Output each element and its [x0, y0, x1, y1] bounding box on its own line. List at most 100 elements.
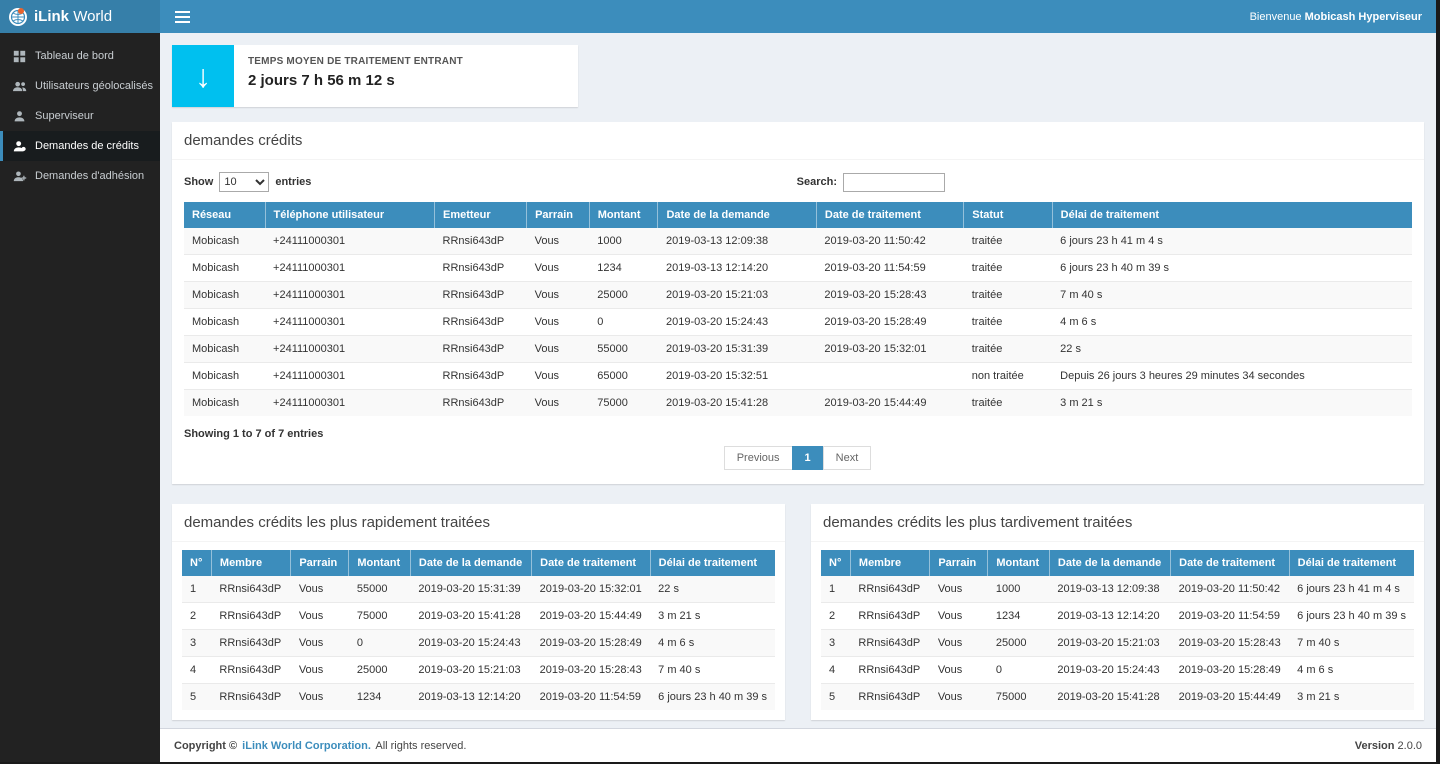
table-cell: Mobicash — [184, 363, 265, 390]
table-cell: 1 — [182, 576, 211, 603]
brand-logo-icon — [8, 7, 28, 27]
table-cell: 55000 — [589, 336, 658, 363]
column-header[interactable]: Date de la demande — [1049, 550, 1170, 576]
app-root: iLink World Tableau de bord Utilisateurs… — [0, 0, 1436, 762]
table-cell: Vous — [527, 255, 590, 282]
sidebar-item-tableau-de-bord[interactable]: Tableau de bord — [0, 41, 160, 71]
table-cell: traitée — [964, 228, 1052, 255]
table-cell: 2019-03-20 15:28:49 — [816, 309, 963, 336]
column-header[interactable]: N° — [182, 550, 211, 576]
sidebar-item-utilisateurs-geolocalises[interactable]: Utilisateurs géolocalisés — [0, 71, 160, 101]
table-cell: RRnsi643dP — [850, 576, 929, 603]
show-label: Show — [184, 176, 213, 188]
column-header[interactable]: N° — [821, 550, 850, 576]
sidebar-item-demandes-de-credits[interactable]: Demandes de crédits — [0, 131, 160, 161]
table-cell: 4 m 6 s — [1052, 309, 1412, 336]
table-head: RéseauTéléphone utilisateurEmetteurParra… — [184, 202, 1412, 228]
pagination-next-button[interactable]: Next — [823, 446, 872, 470]
table-cell: 2019-03-13 12:14:20 — [410, 684, 531, 711]
bottom-panels-row: demandes crédits les plus rapidement tra… — [172, 504, 1424, 720]
table-cell: 75000 — [988, 684, 1050, 711]
table-row: Mobicash+24111000301RRnsi643dPVous650002… — [184, 363, 1412, 390]
column-header[interactable]: Délai de traitement — [1052, 202, 1412, 228]
table-cell: 75000 — [349, 603, 411, 630]
table-cell: 2019-03-20 15:21:03 — [1049, 630, 1170, 657]
column-header[interactable]: Parrain — [930, 550, 988, 576]
table-body: Mobicash+24111000301RRnsi643dPVous100020… — [184, 228, 1412, 416]
column-header[interactable]: Délai de traitement — [650, 550, 775, 576]
column-header[interactable]: Date de traitement — [532, 550, 651, 576]
column-header[interactable]: Date de traitement — [1171, 550, 1290, 576]
table-cell: 3 — [182, 630, 211, 657]
table-row: 4RRnsi643dPVous250002019-03-20 15:21:032… — [182, 657, 775, 684]
table-cell: Vous — [291, 684, 349, 711]
table-cell: RRnsi643dP — [211, 630, 290, 657]
table-cell: RRnsi643dP — [850, 657, 929, 684]
table-cell: +24111000301 — [265, 363, 434, 390]
table-cell: 6 jours 23 h 41 m 4 s — [1289, 576, 1414, 603]
table-cell: 25000 — [988, 630, 1050, 657]
table-cell: Vous — [527, 282, 590, 309]
sidebar-item-superviseur[interactable]: Superviseur — [0, 101, 160, 131]
brand[interactable]: iLink World — [0, 0, 160, 33]
table-cell: 2019-03-20 15:28:49 — [532, 630, 651, 657]
table-cell: 2019-03-20 15:44:49 — [816, 390, 963, 417]
sidebar-toggle-icon[interactable] — [160, 0, 205, 33]
search-label: Search: — [797, 176, 837, 188]
table-cell: 2019-03-20 15:28:43 — [532, 657, 651, 684]
widget-value: 2 jours 7 h 56 m 12 s — [248, 72, 463, 89]
content-area: ↓ TEMPS MOYEN DE TRAITEMENT ENTRANT 2 jo… — [160, 33, 1436, 728]
table-cell: 2019-03-20 11:50:42 — [1171, 576, 1290, 603]
table-cell: 6 jours 23 h 40 m 39 s — [1052, 255, 1412, 282]
column-header[interactable]: Membre — [211, 550, 290, 576]
column-header[interactable]: Membre — [850, 550, 929, 576]
column-header[interactable]: Réseau — [184, 202, 265, 228]
table-cell: 4 m 6 s — [1289, 657, 1414, 684]
latest-processed-table: N°MembreParrainMontantDate de la demande… — [821, 550, 1414, 710]
table-cell: 0 — [349, 630, 411, 657]
brand-title: iLink World — [34, 8, 112, 25]
table-cell: 7 m 40 s — [1052, 282, 1412, 309]
sidebar-menu: Tableau de bord Utilisateurs géolocalisé… — [0, 33, 160, 191]
column-header[interactable]: Parrain — [291, 550, 349, 576]
table-head: N°MembreParrainMontantDate de la demande… — [182, 550, 775, 576]
table-cell: 6 jours 23 h 41 m 4 s — [1052, 228, 1412, 255]
page-length-select[interactable]: 10 — [219, 172, 269, 192]
column-header[interactable]: Date de la demande — [410, 550, 531, 576]
table-cell: Vous — [527, 228, 590, 255]
table-cell: 1 — [821, 576, 850, 603]
pagination-previous-button[interactable]: Previous — [724, 446, 793, 470]
table-cell: +24111000301 — [265, 282, 434, 309]
page-length-control: Show 10 entries — [184, 172, 311, 192]
company-link[interactable]: iLink World Corporation. — [242, 740, 371, 752]
table-cell: RRnsi643dP — [850, 684, 929, 711]
column-header[interactable]: Emetteur — [435, 202, 527, 228]
user-icon — [12, 109, 27, 124]
column-header[interactable]: Parrain — [527, 202, 590, 228]
column-header[interactable]: Date de la demande — [658, 202, 816, 228]
table-cell: 75000 — [589, 390, 658, 417]
table-cell: Mobicash — [184, 336, 265, 363]
table-cell: 2019-03-13 12:09:38 — [1049, 576, 1170, 603]
search-input[interactable] — [843, 173, 945, 192]
column-header[interactable]: Délai de traitement — [1289, 550, 1414, 576]
table-cell: 2019-03-20 15:21:03 — [658, 282, 816, 309]
column-header[interactable]: Montant — [349, 550, 411, 576]
table-row: Mobicash+24111000301RRnsi643dPVous750002… — [184, 390, 1412, 417]
column-header[interactable]: Téléphone utilisateur — [265, 202, 434, 228]
main-column: Bienvenue Mobicash Hyperviseur ↓ TEMPS M… — [160, 0, 1436, 762]
table-cell: Vous — [930, 657, 988, 684]
credit-requests-table: RéseauTéléphone utilisateurEmetteurParra… — [184, 202, 1412, 416]
table-cell: Vous — [930, 603, 988, 630]
column-header[interactable]: Date de traitement — [816, 202, 963, 228]
column-header[interactable]: Montant — [589, 202, 658, 228]
pagination-page-1-button[interactable]: 1 — [792, 446, 824, 470]
table-body: 1RRnsi643dPVous550002019-03-20 15:31:392… — [182, 576, 775, 710]
sidebar-item-demandes-adhesion[interactable]: Demandes d'adhésion — [0, 161, 160, 191]
table-head: N°MembreParrainMontantDate de la demande… — [821, 550, 1414, 576]
column-header[interactable]: Statut — [964, 202, 1052, 228]
table-cell: 2019-03-20 15:32:01 — [532, 576, 651, 603]
search-control: Search: — [797, 173, 945, 192]
column-header[interactable]: Montant — [988, 550, 1050, 576]
table-cell: Vous — [291, 576, 349, 603]
